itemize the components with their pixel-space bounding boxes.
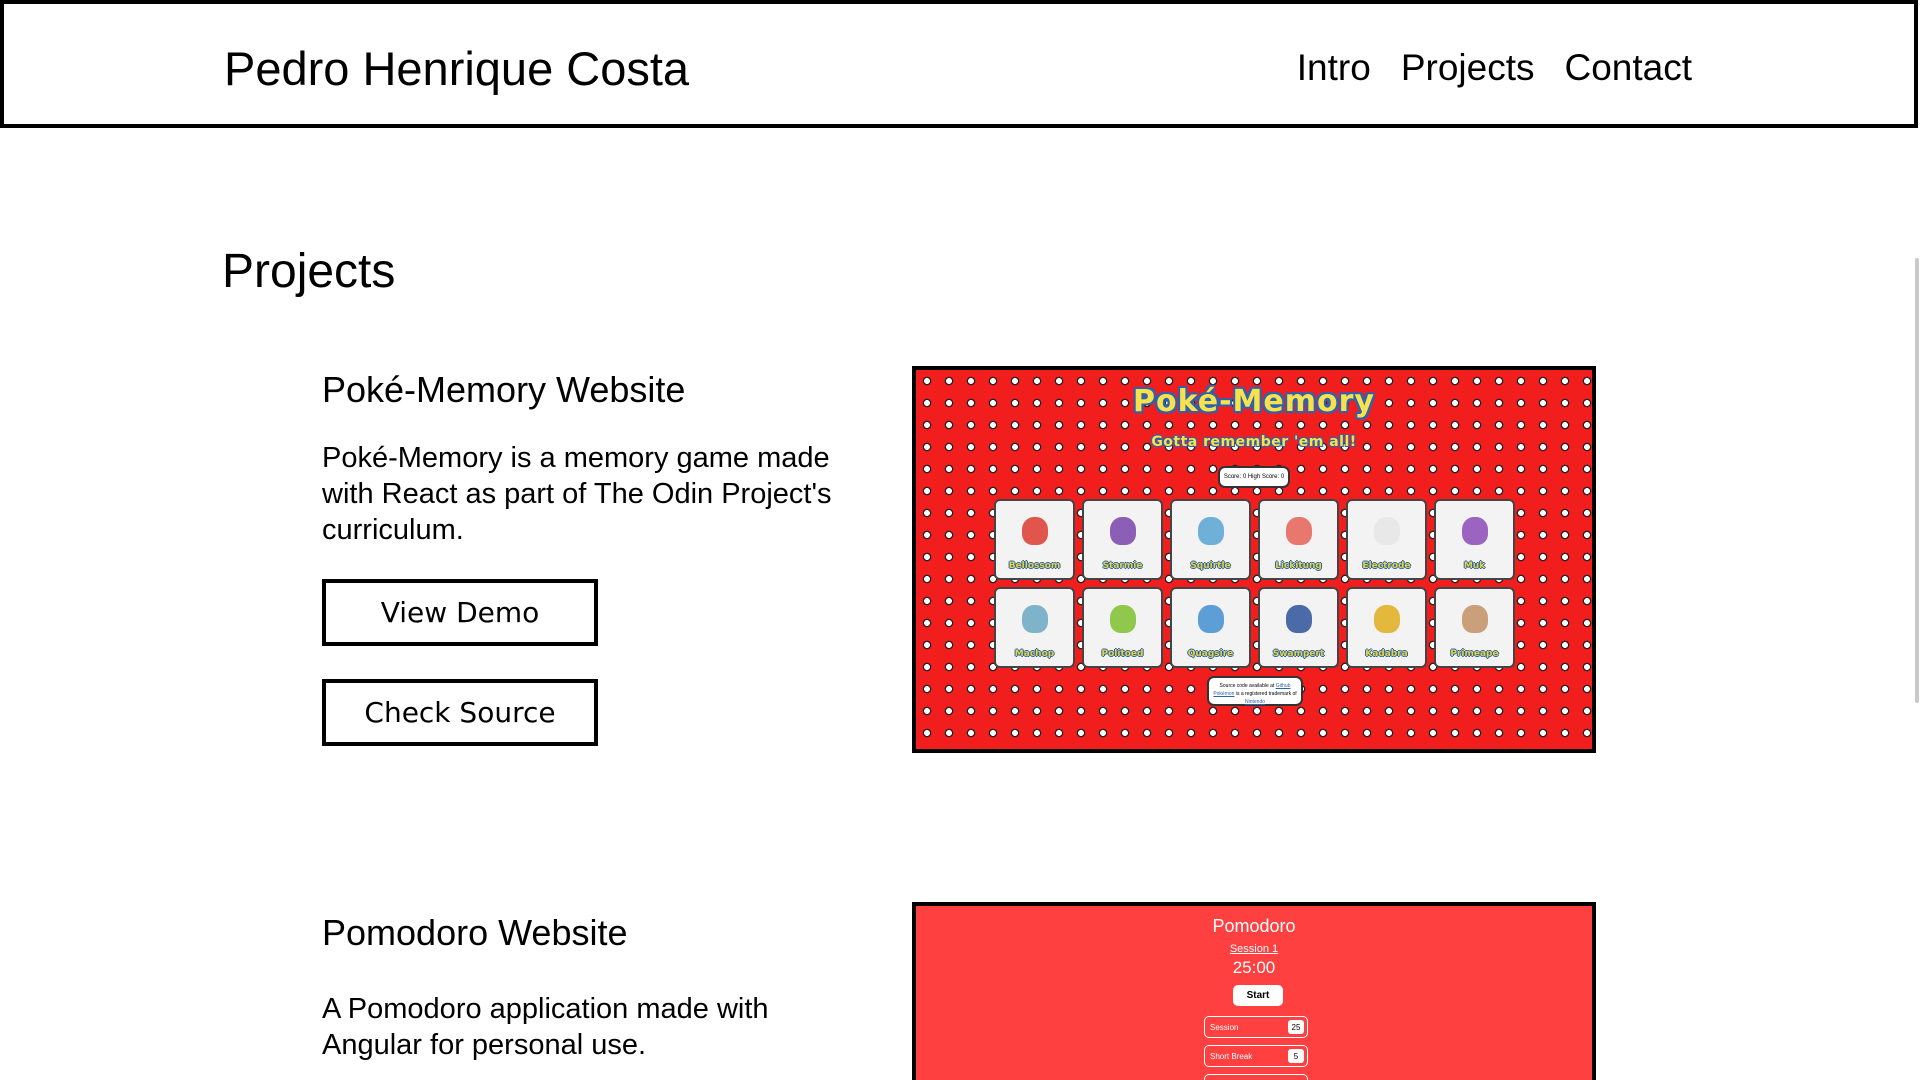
check-source-button[interactable]: Check Source — [322, 679, 598, 746]
pomo-session-label: Session 1 — [1229, 943, 1279, 955]
pokemon-sprite-icon — [1109, 517, 1136, 545]
pokemon-sprite-icon — [1461, 605, 1488, 633]
poke-card-name: Swampert — [1272, 649, 1325, 659]
poke-card: Quagsire — [1170, 587, 1251, 668]
pomo-setting-label: Session — [1210, 1022, 1239, 1032]
poke-card: Squirtle — [1170, 499, 1251, 580]
pokemon-sprite-icon — [1373, 517, 1400, 545]
pomo-setting-value: 5 — [1288, 1049, 1304, 1063]
project-title: Poké-Memory Website — [322, 369, 686, 410]
project-description: A Pomodoro application made with Angular… — [322, 993, 769, 1061]
poke-card-name: Machop — [1014, 649, 1055, 659]
poke-card-name: Lickitung — [1275, 561, 1322, 571]
poke-card-name: Muk — [1463, 561, 1486, 571]
poke-card: Starmie — [1082, 499, 1163, 580]
poke-memory-screenshot: Poké-Memory Gotta remember 'em all! Scor… — [912, 366, 1596, 753]
pokemon-sprite-icon — [1197, 605, 1224, 633]
pomo-short-break-setting: Short Break 5 — [1204, 1045, 1308, 1067]
poke-card-name: Starmie — [1102, 561, 1143, 571]
pokemon-sprite-icon — [1285, 605, 1312, 633]
pokemon-sprite-icon — [1461, 517, 1488, 545]
poke-pokemon-link: Pokémon — [1213, 691, 1235, 697]
poke-footer-text1: Source code available at — [1219, 683, 1275, 689]
poke-card: Politoed — [1082, 587, 1163, 668]
main-nav: Intro Projects Contact — [1297, 46, 1692, 90]
pokemon-sprite-icon — [1285, 517, 1312, 545]
project-title: Pomodoro Website — [322, 912, 628, 953]
nav-intro[interactable]: Intro — [1297, 46, 1371, 90]
poke-card-name: Kadabra — [1365, 649, 1408, 659]
poke-footer: Source code available at Github Pokémon … — [1207, 676, 1303, 706]
poke-app-title: Poké-Memory — [1133, 384, 1375, 419]
view-demo-button[interactable]: View Demo — [322, 579, 598, 646]
pokemon-sprite-icon — [1021, 517, 1048, 545]
poke-tagline: Gotta remember 'em all! — [1151, 434, 1357, 450]
pomo-app-title: Pomodoro — [1212, 916, 1296, 936]
poke-card-name: Bellossom — [1008, 561, 1061, 571]
poke-card: Lickitung — [1258, 499, 1339, 580]
poke-footer-text2: is a registered trademark of — [1235, 691, 1297, 697]
poke-card: Bellossom — [994, 499, 1075, 580]
pomo-session-setting: Session 25 — [1204, 1016, 1308, 1038]
poke-card-name: Politoed — [1101, 649, 1144, 659]
poke-card-name: Squirtle — [1190, 561, 1231, 571]
pokemon-sprite-icon — [1021, 605, 1048, 633]
poke-card: Electrode — [1346, 499, 1427, 580]
pomo-setting-label: Short Break — [1210, 1051, 1253, 1061]
poke-card-name: Primeape — [1450, 649, 1499, 659]
poke-card: Muk — [1434, 499, 1515, 580]
poke-high-score: High Score: 0 — [1247, 474, 1285, 480]
site-header: Pedro Henrique Costa Intro Projects Cont… — [0, 0, 1918, 128]
pomo-start-button: Start — [1233, 985, 1283, 1006]
pokemon-sprite-icon — [1197, 517, 1224, 545]
pomo-timer: 25:00 — [1232, 958, 1276, 977]
scrollbar[interactable] — [1914, 128, 1920, 1080]
scrollbar-thumb[interactable] — [1915, 258, 1919, 703]
poke-card: Machop — [994, 587, 1075, 668]
pokemon-sprite-icon — [1109, 605, 1136, 633]
poke-card: Swampert — [1258, 587, 1339, 668]
poke-card: Primeape — [1434, 587, 1515, 668]
pomodoro-screenshot: Pomodoro Session 1 25:00 Start Session 2… — [912, 902, 1596, 1080]
project-description: Poké-Memory is a memory game made with R… — [322, 442, 832, 546]
pokemon-sprite-icon — [1373, 605, 1400, 633]
poke-card-grid: Bellossom Starmie Squirtle Lickitung Electro… — [994, 499, 1522, 668]
nav-projects[interactable]: Projects — [1401, 46, 1535, 90]
poke-card-name: Electrode — [1362, 561, 1411, 571]
poke-nintendo-link: Nintendo — [1244, 699, 1265, 705]
poke-github-link: Github — [1275, 683, 1291, 689]
nav-contact[interactable]: Contact — [1564, 46, 1692, 90]
pomo-setting-value: 25 — [1288, 1020, 1304, 1034]
site-name[interactable]: Pedro Henrique Costa — [224, 42, 689, 96]
page: Pedro Henrique Costa Intro Projects Cont… — [0, 0, 1920, 1080]
section-title: Projects — [222, 245, 396, 298]
poke-score: Score: 0 — [1223, 474, 1247, 480]
poke-card: Kadabra — [1346, 587, 1427, 668]
poke-scoreboard: Score: 0 High Score: 0 — [1218, 466, 1290, 488]
poke-card-name: Quagsire — [1187, 649, 1234, 659]
pomo-long-break-setting — [1204, 1074, 1308, 1080]
